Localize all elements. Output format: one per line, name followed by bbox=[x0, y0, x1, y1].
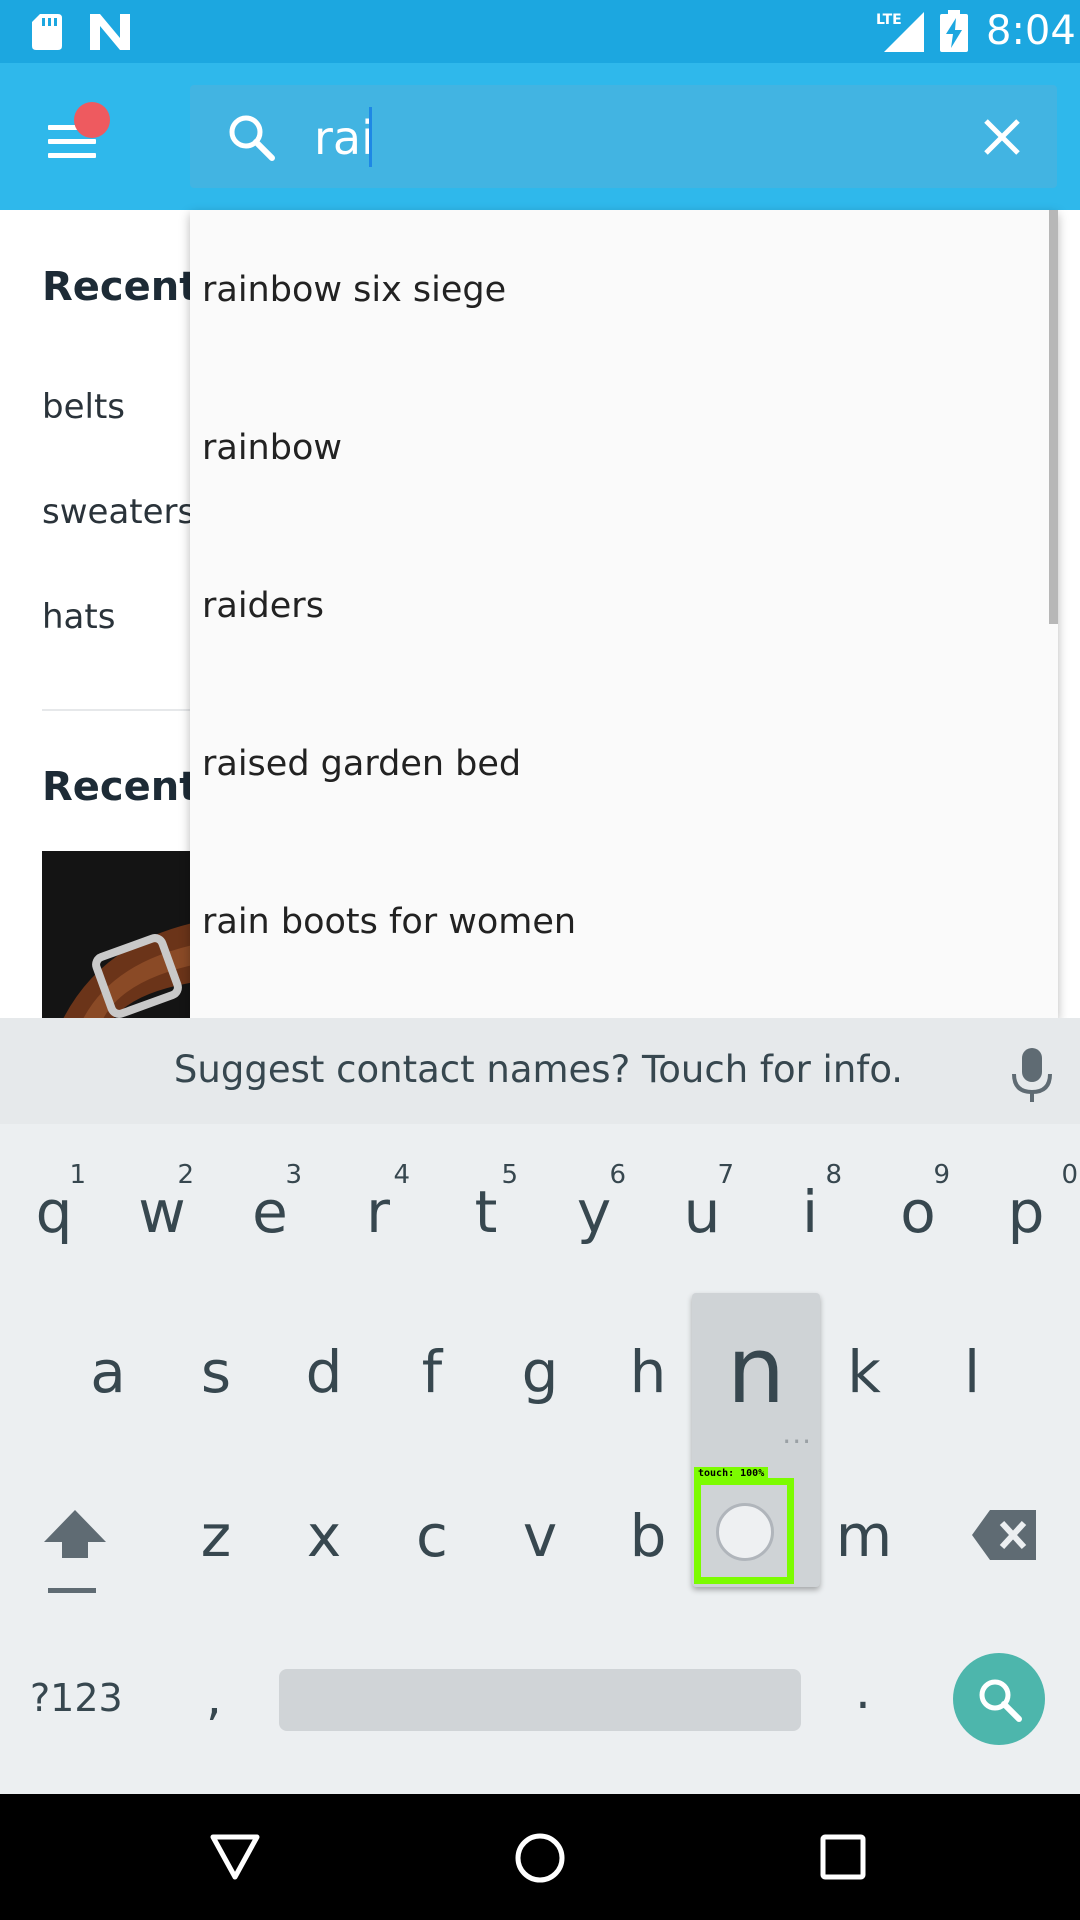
backspace-icon[interactable] bbox=[972, 1510, 1036, 1560]
recent-searches-title: Recent bbox=[42, 264, 199, 310]
suggestion-item[interactable]: rainbow bbox=[202, 428, 342, 468]
space-bar[interactable] bbox=[279, 1669, 801, 1731]
symbols-key[interactable]: ?123 bbox=[30, 1676, 123, 1720]
sd-card-icon bbox=[32, 14, 62, 50]
key-z[interactable]: z bbox=[166, 1466, 266, 1596]
recent-search-item[interactable]: hats bbox=[42, 597, 115, 637]
touch-highlight-box bbox=[694, 1478, 794, 1584]
key-w[interactable]: 2w bbox=[112, 1140, 212, 1270]
search-icon bbox=[229, 115, 275, 161]
touch-label: touch: 100% bbox=[694, 1467, 769, 1481]
suggestions-dropdown: rainbow six siege rainbow raiders raised… bbox=[190, 210, 1058, 1018]
suggestion-item[interactable]: rainbow six siege bbox=[202, 270, 506, 310]
key-b[interactable]: b bbox=[598, 1466, 698, 1596]
key-q[interactable]: 1q bbox=[4, 1140, 104, 1270]
search-action-button[interactable] bbox=[953, 1653, 1045, 1745]
key-c[interactable]: c bbox=[382, 1466, 482, 1596]
search-input[interactable] bbox=[314, 103, 894, 173]
close-icon[interactable] bbox=[970, 105, 1034, 169]
product-thumbnail[interactable] bbox=[42, 851, 202, 1021]
key-d[interactable]: d bbox=[274, 1303, 374, 1433]
key-p[interactable]: 0p bbox=[976, 1140, 1078, 1270]
key-e[interactable]: 3e bbox=[220, 1140, 320, 1270]
recent-search-item[interactable]: sweaters bbox=[42, 492, 195, 532]
comma-key[interactable]: , bbox=[206, 1668, 222, 1726]
period-key[interactable]: . bbox=[855, 1662, 871, 1720]
key-label: u bbox=[683, 1178, 721, 1246]
key-label: x bbox=[306, 1502, 342, 1570]
status-bar: LTE 8:04 bbox=[0, 0, 1080, 63]
key-k[interactable]: k bbox=[814, 1303, 914, 1433]
text-cursor bbox=[369, 107, 372, 167]
keyboard-suggestion-strip[interactable]: Suggest contact names? Touch for info. bbox=[0, 1018, 1080, 1124]
key-label: d bbox=[305, 1338, 343, 1406]
key-label: i bbox=[801, 1178, 819, 1246]
key-label: l bbox=[963, 1338, 981, 1406]
key-label: q bbox=[35, 1178, 73, 1246]
recently-viewed-title: Recentl bbox=[42, 764, 213, 810]
key-label: o bbox=[900, 1178, 936, 1246]
popup-key-label: n bbox=[726, 1317, 786, 1424]
key-label: k bbox=[847, 1338, 881, 1406]
key-label: e bbox=[252, 1178, 288, 1246]
notification-dot bbox=[74, 102, 110, 138]
key-label: m bbox=[835, 1502, 893, 1570]
key-i[interactable]: 8i bbox=[760, 1140, 860, 1270]
key-label: y bbox=[576, 1178, 612, 1246]
contact-suggestion-text: Suggest contact names? Touch for info. bbox=[173, 1048, 904, 1091]
key-l[interactable]: l bbox=[922, 1303, 1022, 1433]
key-label: a bbox=[90, 1338, 126, 1406]
menu-bar bbox=[48, 139, 96, 144]
recent-search-item[interactable]: belts bbox=[42, 387, 125, 427]
key-h[interactable]: h bbox=[598, 1303, 698, 1433]
suggestion-item[interactable]: raised garden bed bbox=[202, 744, 521, 784]
key-label: b bbox=[629, 1502, 667, 1570]
n-logo-icon bbox=[90, 14, 130, 50]
key-label: c bbox=[416, 1502, 448, 1570]
suggestion-item[interactable]: raiders bbox=[202, 586, 324, 626]
key-label: p bbox=[1007, 1178, 1045, 1246]
key-m[interactable]: m bbox=[814, 1466, 914, 1596]
microphone-icon[interactable] bbox=[1008, 1048, 1056, 1104]
key-label: z bbox=[200, 1502, 232, 1570]
back-icon[interactable] bbox=[210, 1834, 260, 1880]
key-o[interactable]: 9o bbox=[868, 1140, 968, 1270]
lte-signal-icon: LTE bbox=[876, 12, 924, 52]
key-label: g bbox=[521, 1338, 559, 1406]
search-box[interactable] bbox=[190, 85, 1057, 188]
key-t[interactable]: 5t bbox=[436, 1140, 536, 1270]
key-y[interactable]: 6y bbox=[544, 1140, 644, 1270]
more-keys-indicator: ... bbox=[782, 1417, 812, 1450]
key-v[interactable]: v bbox=[490, 1466, 590, 1596]
key-label: w bbox=[138, 1178, 186, 1246]
scrollbar[interactable] bbox=[1049, 210, 1058, 624]
home-icon[interactable] bbox=[514, 1832, 566, 1884]
contact-suggestion-prompt[interactable]: Suggest contact names? Touch for info. bbox=[0, 1048, 1080, 1091]
recents-icon[interactable] bbox=[820, 1834, 866, 1880]
key-a[interactable]: a bbox=[58, 1303, 158, 1433]
key-label: h bbox=[629, 1338, 667, 1406]
key-label: r bbox=[366, 1178, 390, 1246]
key-r[interactable]: 4r bbox=[328, 1140, 428, 1270]
menu-bar bbox=[48, 153, 96, 158]
suggestion-item[interactable]: rain boots for women bbox=[202, 902, 576, 942]
key-g[interactable]: g bbox=[490, 1303, 590, 1433]
navigation-bar bbox=[0, 1794, 1080, 1920]
key-label: v bbox=[522, 1502, 558, 1570]
belt-image bbox=[42, 851, 202, 1021]
search-icon bbox=[979, 1679, 1022, 1722]
key-u[interactable]: 7u bbox=[652, 1140, 752, 1270]
key-x[interactable]: x bbox=[274, 1466, 374, 1596]
key-label: f bbox=[421, 1338, 443, 1406]
key-s[interactable]: s bbox=[166, 1303, 266, 1433]
key-label: s bbox=[200, 1338, 232, 1406]
key-label: t bbox=[474, 1178, 498, 1246]
key-f[interactable]: f bbox=[382, 1303, 482, 1433]
clock: 8:04 bbox=[986, 8, 1076, 54]
shift-icon[interactable] bbox=[42, 1508, 108, 1594]
svg-text:LTE: LTE bbox=[876, 12, 902, 28]
battery-charging-icon bbox=[940, 10, 968, 52]
